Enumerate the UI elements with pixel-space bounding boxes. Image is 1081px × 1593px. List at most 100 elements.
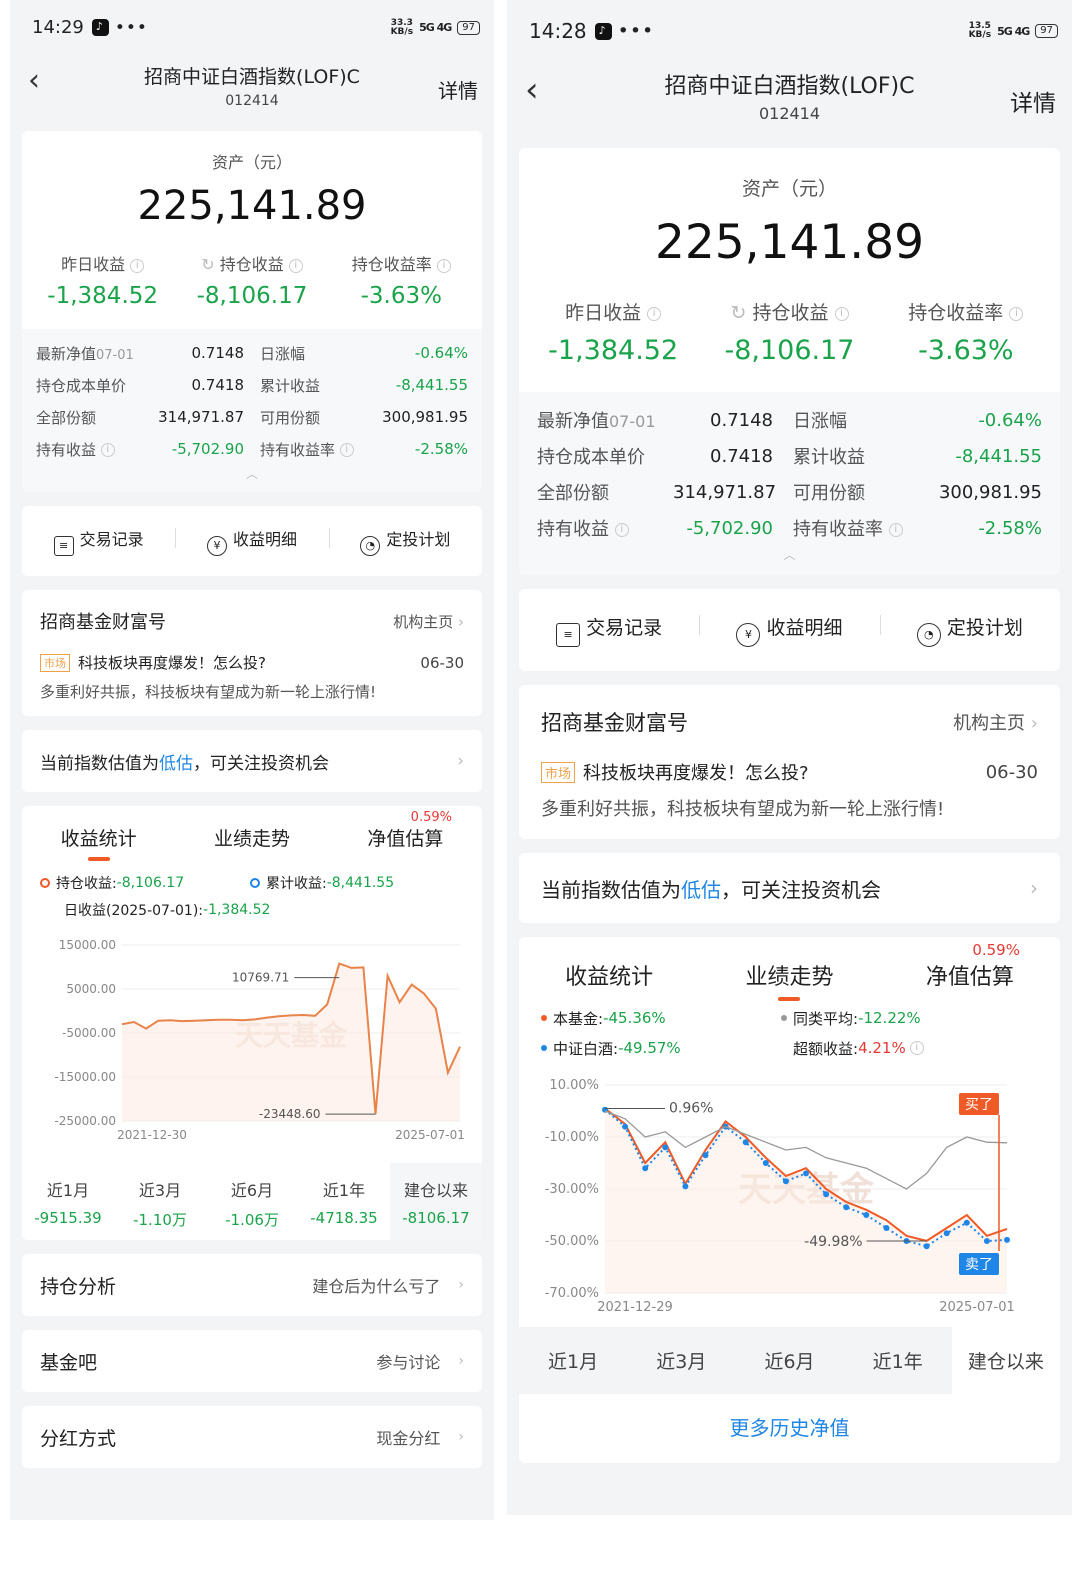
x-tick-label: 2021-12-29: [597, 1300, 673, 1315]
fund-detail-grid: 最新净值07-01 0.7148 日涨幅 -0.64% 持仓成本单价 0.741…: [519, 392, 1060, 575]
valuation-banner[interactable]: 当前指数估值为 低估 ，可关注投资机会 ›: [22, 730, 482, 792]
x-tick-label: 2021-12-30: [117, 1128, 187, 1142]
refresh-icon[interactable]: ↻: [201, 255, 214, 274]
period-6m[interactable]: 近6月: [735, 1327, 843, 1394]
collapse-caret-icon[interactable]: ︿: [537, 546, 1042, 563]
back-icon[interactable]: ‹: [525, 70, 539, 110]
period-since-open[interactable]: 建仓以来: [951, 1327, 1061, 1394]
min-label: -49.98%: [804, 1234, 862, 1250]
period-1y[interactable]: 近1年: [844, 1327, 952, 1394]
trade-record-button[interactable]: ≡ 交易记录: [22, 526, 175, 556]
dividend-row[interactable]: 分红方式 现金分红 ›: [22, 1406, 482, 1468]
info-icon[interactable]: i: [614, 523, 629, 537]
refresh-icon[interactable]: ↻: [730, 302, 746, 324]
news-item[interactable]: 市场 科技板块再度爆发！怎么投? 06-30: [40, 652, 464, 673]
fund-code: 012414: [225, 92, 279, 109]
status-bar: 14:29 ••• 33.3KB/s 5G 4G 97: [10, 0, 494, 55]
info-icon[interactable]: i: [834, 306, 849, 321]
battery-icon: 97: [1035, 24, 1058, 38]
news-summary: 多重利好共振，科技板块有望成为新一轮上涨行情!: [40, 683, 377, 701]
news-item[interactable]: 市场 科技板块再度爆发！怎么投? 06-30: [541, 759, 1038, 785]
asset-value: 225,141.89: [137, 183, 367, 229]
max-label: 10769.71: [232, 971, 289, 985]
collapse-caret-icon[interactable]: ︿: [36, 465, 468, 482]
fund-detail-grid: 最新净值07-01 0.7148 日涨幅 -0.64% 持仓成本单价 0.741…: [22, 329, 482, 492]
grid-row: 全部份额 314,971.87 可用份额 300,981.95: [36, 408, 468, 427]
info-icon[interactable]: i: [288, 258, 303, 273]
tab-performance[interactable]: 业绩走势: [175, 824, 328, 863]
period-1m[interactable]: 近1月 -9515.39: [22, 1163, 114, 1240]
period-6m[interactable]: 近6月 -1.06万: [206, 1163, 298, 1240]
profit-detail-button[interactable]: ¥ 收益明细: [699, 613, 879, 647]
wealth-title: 招商基金财富号: [541, 711, 688, 735]
info-icon[interactable]: i: [130, 258, 145, 273]
period-since-open[interactable]: 建仓以来 -8106.17: [390, 1163, 482, 1240]
period-1m[interactable]: 近1月: [519, 1327, 627, 1394]
y-tick-label: 10.00%: [549, 1078, 599, 1093]
tab-nav-estimate[interactable]: 净值估算 0.59%: [880, 941, 1060, 1003]
data-point-index: [742, 1139, 749, 1146]
trade-record-button[interactable]: ≡ 交易记录: [519, 613, 699, 647]
period-selector: 近1月 -9515.39 近3月 -1.10万 近6月 -1.06万 近1年 -4718…: [22, 1163, 482, 1240]
institution-link[interactable]: 机构主页 ›: [393, 611, 464, 632]
chevron-right-icon: ›: [458, 612, 464, 631]
profit-detail-button[interactable]: ¥ 收益明细: [175, 526, 328, 556]
nav-bar: ‹ 招商中证白酒指数(LOF)C 012414 详情: [507, 62, 1072, 128]
performance-chart[interactable]: 10.00%-10.00%-30.00%-50.00%-70.00%天天基金20…: [519, 1063, 1060, 1323]
grid-row: 持仓成本单价 0.7418 累计收益 -8,441.55: [537, 445, 1042, 469]
data-point-index: [702, 1152, 709, 1159]
back-icon[interactable]: ‹: [28, 63, 40, 98]
tab-nav-estimate[interactable]: 净值估算 0.59%: [329, 810, 482, 863]
data-point-index: [622, 1123, 629, 1130]
tiktok-icon: [91, 19, 109, 36]
grid-row: 全部份额 314,971.87 可用份额 300,981.95: [537, 481, 1042, 505]
hold-profit-value: -8,106.17: [196, 283, 308, 309]
fund-code: 012414: [758, 103, 821, 123]
clock-icon: ◔: [916, 623, 941, 647]
tiktok-icon: [594, 22, 612, 40]
yesterday-profit-value: -1,384.52: [548, 335, 679, 366]
info-icon[interactable]: i: [647, 306, 662, 321]
detail-button[interactable]: 详情: [1010, 84, 1056, 118]
net-speed: 33.3 KB/s: [390, 17, 414, 37]
data-point-index: [923, 1243, 930, 1250]
sell-label: 卖了: [965, 1257, 993, 1273]
news-headline: 科技板块再度爆发！怎么投?: [78, 654, 266, 672]
institution-link[interactable]: 机构主页 ›: [953, 709, 1038, 735]
tab-profit-stats[interactable]: 收益统计: [519, 959, 699, 1003]
info-icon[interactable]: i: [436, 258, 451, 273]
hold-profit-chart[interactable]: 15000.00 5000.00 -5000.00 -15000.00 -25000.0…: [22, 923, 482, 1159]
list-icon: ≡: [556, 623, 581, 647]
grid-row: 持有收益 i -5,702.90 持有收益率 i -2.58%: [36, 440, 468, 459]
auto-invest-button[interactable]: ◔ 定投计划: [879, 613, 1060, 647]
estimate-badge: 0.59%: [972, 941, 1020, 959]
data-point-index: [782, 1178, 789, 1185]
grid-row: 持有收益 i -5,702.90 持有收益率 i -2.58%: [537, 517, 1042, 541]
period-3m[interactable]: 近3月 -1.10万: [114, 1163, 206, 1240]
chevron-right-icon: ›: [458, 1277, 464, 1293]
tab-profit-stats[interactable]: 收益统计: [22, 824, 175, 863]
data-point-index: [883, 1225, 890, 1231]
valuation-banner[interactable]: 当前指数估值为 低估 ，可关注投资机会 ›: [519, 853, 1060, 923]
min-label: -23448.60: [259, 1107, 321, 1121]
detail-button[interactable]: 详情: [438, 75, 478, 104]
y-tick-label: -15000.00: [54, 1070, 116, 1084]
info-icon[interactable]: i: [888, 523, 903, 537]
info-icon[interactable]: i: [909, 1041, 924, 1055]
hold-rate-value: -3.63%: [360, 283, 442, 309]
fund-forum-row[interactable]: 基金吧 参与讨论 ›: [22, 1330, 482, 1392]
info-icon[interactable]: i: [339, 443, 354, 457]
data-point-index: [762, 1160, 769, 1166]
grid-row: 最新净值07-01 0.7148 日涨幅 -0.64%: [537, 409, 1042, 433]
tab-performance[interactable]: 业绩走势: [699, 959, 879, 1003]
more-history-link[interactable]: 更多历史净值: [519, 1394, 1060, 1463]
period-3m[interactable]: 近3月: [627, 1327, 735, 1394]
auto-invest-button[interactable]: ◔ 定投计划: [328, 526, 482, 556]
period-1y[interactable]: 近1年 -4718.35: [298, 1163, 390, 1240]
y-tick-label: -10.00%: [545, 1130, 599, 1145]
info-icon[interactable]: i: [1009, 306, 1024, 321]
wealth-title: 招商基金财富号: [40, 612, 166, 633]
data-point-index: [863, 1212, 870, 1218]
info-icon[interactable]: i: [100, 443, 115, 457]
holding-analysis-row[interactable]: 持仓分析 建仓后为什么亏了 ›: [22, 1254, 482, 1316]
